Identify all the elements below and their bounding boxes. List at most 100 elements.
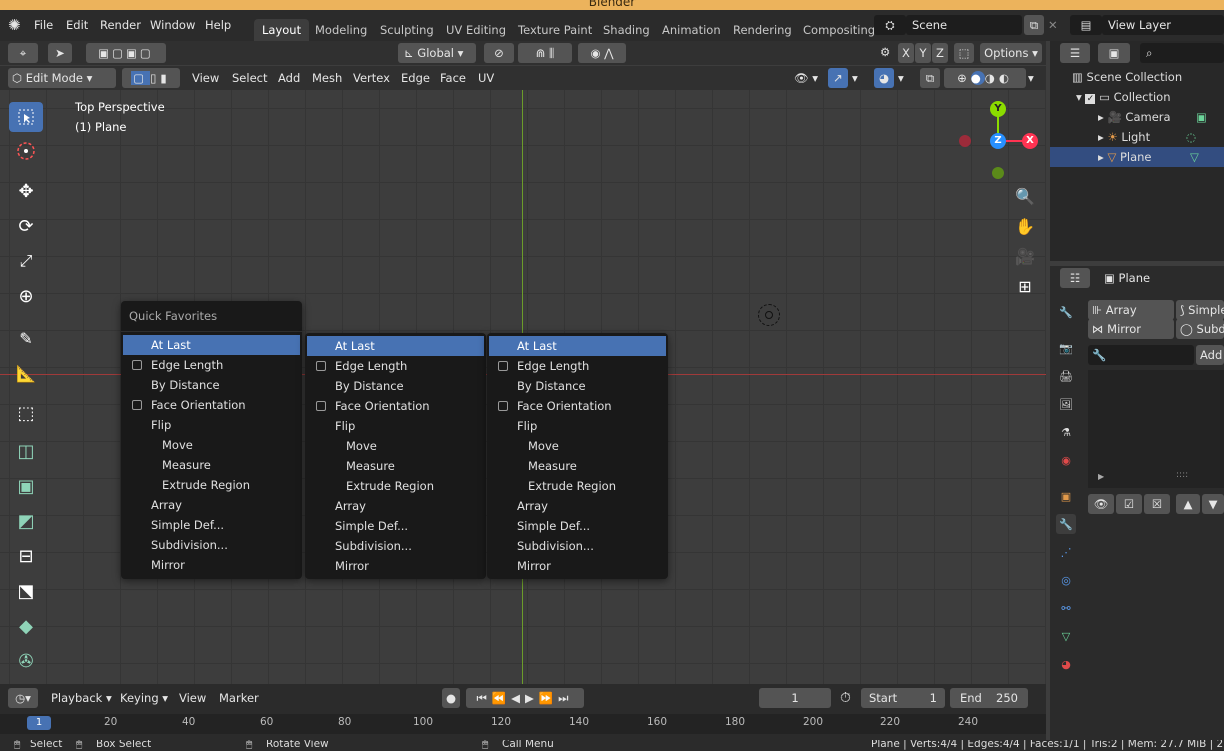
modifier-properties-icon[interactable]: 🔧 (1056, 514, 1076, 534)
world-properties-icon[interactable]: ◉ (1056, 450, 1076, 470)
menu-item[interactable]: Subdivision... (307, 536, 484, 556)
menu-item[interactable]: Extrude Region (307, 476, 484, 496)
menu-item[interactable]: Edge Length (489, 356, 666, 376)
menu-item[interactable]: Array (489, 496, 666, 516)
select-tool-icon[interactable]: ➤ (48, 43, 72, 63)
menu-item[interactable]: Array (307, 496, 484, 516)
scene-properties-icon[interactable]: ⚗ (1056, 422, 1076, 442)
menu-item[interactable]: Measure (123, 455, 300, 475)
overlay-dropdown-icon[interactable]: ▾ (898, 68, 904, 88)
menu-face[interactable]: Face (440, 68, 466, 88)
modifier-visibility-icon[interactable]: 👁 (1088, 494, 1114, 514)
modifier-array-button[interactable]: ⊪ Array (1088, 300, 1174, 320)
playback-controls-icons[interactable]: ⏮⏪◀▶⏩⏭ (466, 688, 584, 708)
bevel-tool-icon[interactable]: ◩ (9, 506, 43, 536)
measure-tool-icon[interactable]: 📐 (9, 358, 43, 388)
move-up-icon[interactable]: ▲ (1176, 494, 1200, 514)
outliner-editor-type-icon[interactable]: ☰ (1060, 43, 1090, 63)
scene-name-field[interactable]: Scene (906, 15, 1022, 35)
material-properties-icon[interactable]: ◕ (1056, 654, 1076, 674)
blender-logo-icon[interactable]: ✺ (8, 10, 21, 41)
menu-window[interactable]: Window (150, 10, 195, 41)
outliner-item-light[interactable]: ▸ ☀ Light ◌ (1050, 127, 1224, 147)
menu-item[interactable]: Face Orientation (489, 396, 666, 416)
transform-orientation-dropdown[interactable]: ⊾ Global ▾ (398, 43, 476, 63)
tab-compositing[interactable]: Compositing (795, 19, 883, 41)
menu-item[interactable]: Move (489, 436, 666, 456)
cursor-tool-icon[interactable] (9, 136, 43, 166)
tab-animation[interactable]: Animation (654, 19, 729, 41)
menu-item[interactable]: Simple Def... (307, 516, 484, 536)
constraints-properties-icon[interactable]: ⚯ (1056, 598, 1076, 618)
mode-dropdown[interactable]: ⬡ Edit Mode ▾ (8, 68, 116, 88)
overlay-toggle-icon[interactable]: ◕ (874, 68, 894, 88)
scene-selector-icon[interactable]: ⛭ (874, 15, 906, 35)
menu-keying[interactable]: Keying ▾ (120, 688, 168, 708)
menu-item[interactable]: At Last (123, 335, 300, 355)
extrude-tool-icon[interactable]: ◫ (9, 436, 43, 466)
tab-texture-paint[interactable]: Texture Paint (510, 19, 600, 41)
pivot-point-icon[interactable]: ⊘ (484, 43, 514, 63)
new-scene-icon[interactable]: ⧉ (1024, 15, 1044, 35)
loop-cut-tool-icon[interactable]: ⊟ (9, 541, 43, 571)
menu-item[interactable]: Measure (489, 456, 666, 476)
menu-item[interactable]: Face Orientation (123, 395, 300, 415)
gizmo-neg-y[interactable] (992, 167, 1004, 179)
stopwatch-icon[interactable]: ⏱ (840, 688, 851, 708)
menu-edge[interactable]: Edge (401, 68, 430, 88)
poly-build-tool-icon[interactable]: ◆ (9, 611, 43, 641)
modifier-apply-icon[interactable]: ☑ (1116, 494, 1142, 514)
auto-merge-icon[interactable]: ⬚ (954, 43, 974, 63)
render-properties-icon[interactable]: 📷 (1056, 338, 1076, 358)
gizmo-neg-x[interactable] (959, 135, 971, 147)
menu-select[interactable]: Select (232, 68, 267, 88)
output-properties-icon[interactable]: 🖨 (1056, 366, 1076, 386)
physics-properties-icon[interactable]: ◎ (1056, 570, 1076, 590)
outliner-item-plane[interactable]: ▸ ▽ Plane ▽ (1050, 147, 1224, 167)
menu-item[interactable]: Move (123, 435, 300, 455)
menu-item[interactable]: Simple Def... (123, 515, 300, 535)
menu-item[interactable]: Face Orientation (307, 396, 484, 416)
select-box-tool-icon[interactable] (9, 102, 43, 132)
mesh-data-icon[interactable]: ▽ (1190, 147, 1199, 167)
particles-properties-icon[interactable]: ⋰ (1056, 542, 1076, 562)
modifier-mirror-button[interactable]: ⋈ Mirror (1088, 319, 1174, 339)
menu-item[interactable]: Mirror (307, 556, 484, 576)
menu-uv[interactable]: UV (478, 68, 494, 88)
tab-rendering[interactable]: Rendering (725, 19, 800, 41)
add-cube-tool-icon[interactable]: ⬚ (9, 398, 43, 428)
menu-item[interactable]: Extrude Region (489, 476, 666, 496)
scene-collection-row[interactable]: ▥ Scene Collection (1050, 67, 1224, 87)
timeline-editor-type-icon[interactable]: ◷▾ (8, 688, 38, 708)
menu-item[interactable]: Edge Length (123, 355, 300, 375)
menu-item[interactable]: Flip (489, 416, 666, 436)
selection-mode-icons[interactable]: ▣▢▣▢ (86, 43, 166, 63)
menu-render[interactable]: Render (100, 10, 141, 41)
outliner-item-camera[interactable]: ▸ 🎥 Camera ▣ (1050, 107, 1224, 127)
gizmo-y-axis[interactable]: Y (990, 101, 1006, 117)
options-dropdown[interactable]: Options ▾ (980, 43, 1042, 63)
mirror-x-button[interactable]: X (898, 43, 914, 63)
view-layer-properties-icon[interactable]: 🖼 (1056, 394, 1076, 414)
modifier-remove-icon[interactable]: ☒ (1144, 494, 1170, 514)
menu-playback[interactable]: Playback ▾ (51, 688, 112, 708)
object-properties-icon[interactable]: ▣ (1056, 486, 1076, 506)
move-tool-icon[interactable]: ✥ (9, 176, 43, 206)
transform-tool-icon[interactable]: ⊕ (9, 281, 43, 311)
xray-toggle-icon[interactable]: ⧉ (920, 68, 940, 88)
checkbox-icon[interactable] (498, 401, 508, 411)
checkbox-icon[interactable] (132, 400, 142, 410)
snap-icon[interactable]: ⋒ ⫼ (518, 43, 572, 63)
menu-add[interactable]: Add (278, 68, 300, 88)
menu-item[interactable]: Move (307, 436, 484, 456)
tab-shading[interactable]: Shading (595, 19, 658, 41)
menu-item[interactable]: By Distance (307, 376, 484, 396)
start-frame-field[interactable]: Start 1 (861, 688, 945, 708)
menu-item[interactable]: Mirror (489, 556, 666, 576)
camera-data-icon[interactable]: ▣ (1196, 107, 1207, 127)
proportional-edit-icon[interactable]: ◉ ⋀ (578, 43, 626, 63)
playhead[interactable]: 1 (27, 716, 51, 730)
mirror-z-button[interactable]: Z (932, 43, 948, 63)
tab-uv-editing[interactable]: UV Editing (438, 19, 514, 41)
tab-modeling[interactable]: Modeling (307, 19, 375, 41)
